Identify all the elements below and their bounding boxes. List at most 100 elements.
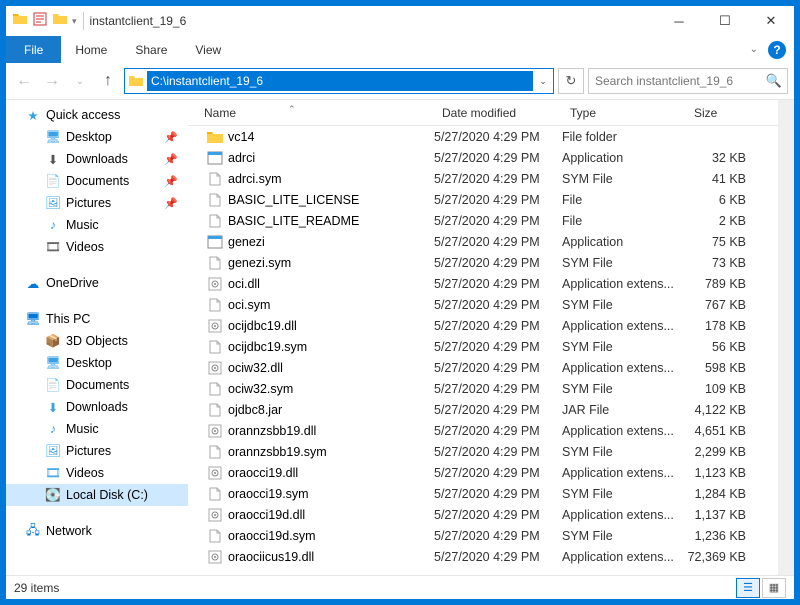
icons-view-button[interactable]: ▦	[762, 578, 786, 598]
file-row[interactable]: oraocci19d.sym5/27/2020 4:29 PMSYM File1…	[188, 525, 778, 546]
file-row[interactable]: adrci5/27/2020 4:29 PMApplication32 KB	[188, 147, 778, 168]
nav-pc-item[interactable]: 🖼Pictures	[6, 440, 188, 462]
window-title: instantclient_19_6	[90, 14, 187, 28]
refresh-button[interactable]: ↻	[558, 68, 584, 94]
file-name: oraocci19.dll	[228, 466, 298, 480]
address-dropdown-icon[interactable]: ⌄	[533, 76, 553, 87]
tab-home[interactable]: Home	[61, 37, 121, 63]
up-button[interactable]: ↑	[96, 69, 120, 93]
file-row[interactable]: vc145/27/2020 4:29 PMFile folder	[188, 126, 778, 147]
properties-icon[interactable]	[32, 11, 48, 32]
nav-quick-item[interactable]: 🖥Desktop📌	[6, 126, 188, 148]
address-input[interactable]	[147, 71, 533, 91]
tab-view[interactable]: View	[181, 37, 235, 63]
file-size: 41 KB	[686, 172, 752, 186]
col-name[interactable]: Name⌃	[188, 106, 434, 120]
details-view-button[interactable]: ☰	[736, 578, 760, 598]
file-type: Application extens...	[562, 319, 686, 333]
file-type: SYM File	[562, 172, 686, 186]
nav-pc-item[interactable]: ⬇Downloads	[6, 396, 188, 418]
file-row[interactable]: BASIC_LITE_LICENSE5/27/2020 4:29 PMFile6…	[188, 189, 778, 210]
file-row[interactable]: oraociicus19.dll5/27/2020 4:29 PMApplica…	[188, 546, 778, 567]
file-row[interactable]: orannzsbb19.sym5/27/2020 4:29 PMSYM File…	[188, 441, 778, 462]
nav-item-label: Videos	[66, 466, 104, 480]
file-row[interactable]: adrci.sym5/27/2020 4:29 PMSYM File41 KB	[188, 168, 778, 189]
nav-pc-item[interactable]: 📄Documents	[6, 374, 188, 396]
file-size: 6 KB	[686, 193, 752, 207]
file-type: JAR File	[562, 403, 686, 417]
nav-pc-item[interactable]: ♪Music	[6, 418, 188, 440]
file-date: 5/27/2020 4:29 PM	[434, 256, 562, 270]
tab-share[interactable]: Share	[121, 37, 181, 63]
file-row[interactable]: ociw32.dll5/27/2020 4:29 PMApplication e…	[188, 357, 778, 378]
nav-pc-item[interactable]: 🖥Desktop	[6, 352, 188, 374]
nav-pc-item[interactable]: 💽Local Disk (C:)	[6, 484, 188, 506]
nav-pc-item[interactable]: 📦3D Objects	[6, 330, 188, 352]
nav-item-icon: 🎞	[44, 240, 62, 255]
qat-dropdown-icon[interactable]: ▾	[72, 16, 77, 27]
file-row[interactable]: oci.sym5/27/2020 4:29 PMSYM File767 KB	[188, 294, 778, 315]
nav-this-pc[interactable]: 🖥This PC	[6, 308, 188, 330]
file-icon	[206, 234, 224, 250]
file-list[interactable]: vc145/27/2020 4:29 PMFile folderadrci5/2…	[188, 126, 778, 575]
file-row[interactable]: ocijdbc19.dll5/27/2020 4:29 PMApplicatio…	[188, 315, 778, 336]
minimize-button[interactable]: ─	[656, 6, 702, 36]
search-icon[interactable]: 🔍	[766, 73, 782, 89]
back-button[interactable]: ←	[12, 69, 36, 93]
file-row[interactable]: genezi5/27/2020 4:29 PMApplication75 KB	[188, 231, 778, 252]
help-icon[interactable]: ?	[768, 41, 786, 59]
scrollbar[interactable]	[778, 100, 794, 575]
file-row[interactable]: ociw32.sym5/27/2020 4:29 PMSYM File109 K…	[188, 378, 778, 399]
file-name: genezi	[228, 235, 265, 249]
nav-pc-item[interactable]: 🎞 Videos	[6, 462, 188, 484]
file-icon	[206, 297, 224, 313]
file-row[interactable]: ojdbc8.jar5/27/2020 4:29 PMJAR File4,122…	[188, 399, 778, 420]
col-date[interactable]: Date modified	[434, 106, 562, 120]
file-row[interactable]: ocijdbc19.sym5/27/2020 4:29 PMSYM File56…	[188, 336, 778, 357]
qat: ▾	[6, 11, 77, 32]
file-date: 5/27/2020 4:29 PM	[434, 361, 562, 375]
file-row[interactable]: oraocci19.dll 5/27/2020 4:29 PMApplicatio…	[188, 462, 778, 483]
forward-button[interactable]: →	[40, 69, 64, 93]
file-row[interactable]: genezi.sym5/27/2020 4:29 PMSYM File73 KB	[188, 252, 778, 273]
file-date: 5/27/2020 4:29 PM	[434, 487, 562, 501]
file-menu[interactable]: File	[6, 36, 61, 63]
file-size: 178 KB	[686, 319, 752, 333]
file-row[interactable]: BASIC_LITE_README5/27/2020 4:29 PMFile2 …	[188, 210, 778, 231]
file-row[interactable]: oraocci19d.dll5/27/2020 4:29 PMApplicati…	[188, 504, 778, 525]
file-name: oci.dll	[228, 277, 260, 291]
file-date: 5/27/2020 4:29 PM	[434, 550, 562, 564]
nav-network[interactable]: 🖧Network	[6, 520, 188, 542]
nav-onedrive[interactable]: ☁OneDrive	[6, 272, 188, 294]
nav-item-label: 3D Objects	[66, 334, 128, 348]
nav-item-icon: ⬇	[44, 400, 62, 415]
file-icon	[206, 381, 224, 397]
nav-quick-item[interactable]: 🎞Videos	[6, 236, 188, 258]
recent-dropdown-icon[interactable]: ⌄	[68, 69, 92, 93]
navigation-pane[interactable]: ★Quick access 🖥Desktop📌⬇Downloads📌📄Docum…	[6, 100, 188, 575]
nav-item-icon: ♪	[44, 218, 62, 232]
file-type: Application	[562, 151, 686, 165]
nav-item-label: Music	[66, 422, 99, 436]
search-input[interactable]	[588, 68, 788, 94]
close-button[interactable]: ✕	[748, 6, 794, 36]
file-row[interactable]: oci.dll5/27/2020 4:29 PMApplication exte…	[188, 273, 778, 294]
nav-quick-item[interactable]: 🖼Pictures📌	[6, 192, 188, 214]
address-bar[interactable]: ⌄	[124, 68, 554, 94]
nav-quick-access[interactable]: ★Quick access	[6, 104, 188, 126]
folder-qat-icon[interactable]	[52, 11, 68, 32]
file-row[interactable]: oraocci19.sym5/27/2020 4:29 PMSYM File1,…	[188, 483, 778, 504]
nav-item-icon: 🖥	[44, 130, 62, 145]
file-row[interactable]: orannzsbb19.dll5/27/2020 4:29 PMApplicat…	[188, 420, 778, 441]
nav-quick-item[interactable]: ♪Music	[6, 214, 188, 236]
col-type[interactable]: Type	[562, 106, 686, 120]
nav-quick-item[interactable]: 📄Documents📌	[6, 170, 188, 192]
col-size[interactable]: Size	[686, 106, 752, 120]
nav-quick-item[interactable]: ⬇Downloads📌	[6, 148, 188, 170]
nav-item-icon: 🎞	[44, 466, 62, 481]
nav-item-icon: 🖼	[44, 196, 62, 211]
file-date: 5/27/2020 4:29 PM	[434, 466, 562, 480]
maximize-button[interactable]: ☐	[702, 6, 748, 36]
ribbon-expand-icon[interactable]: ⌄	[740, 44, 768, 55]
file-type: Application extens...	[562, 466, 686, 480]
